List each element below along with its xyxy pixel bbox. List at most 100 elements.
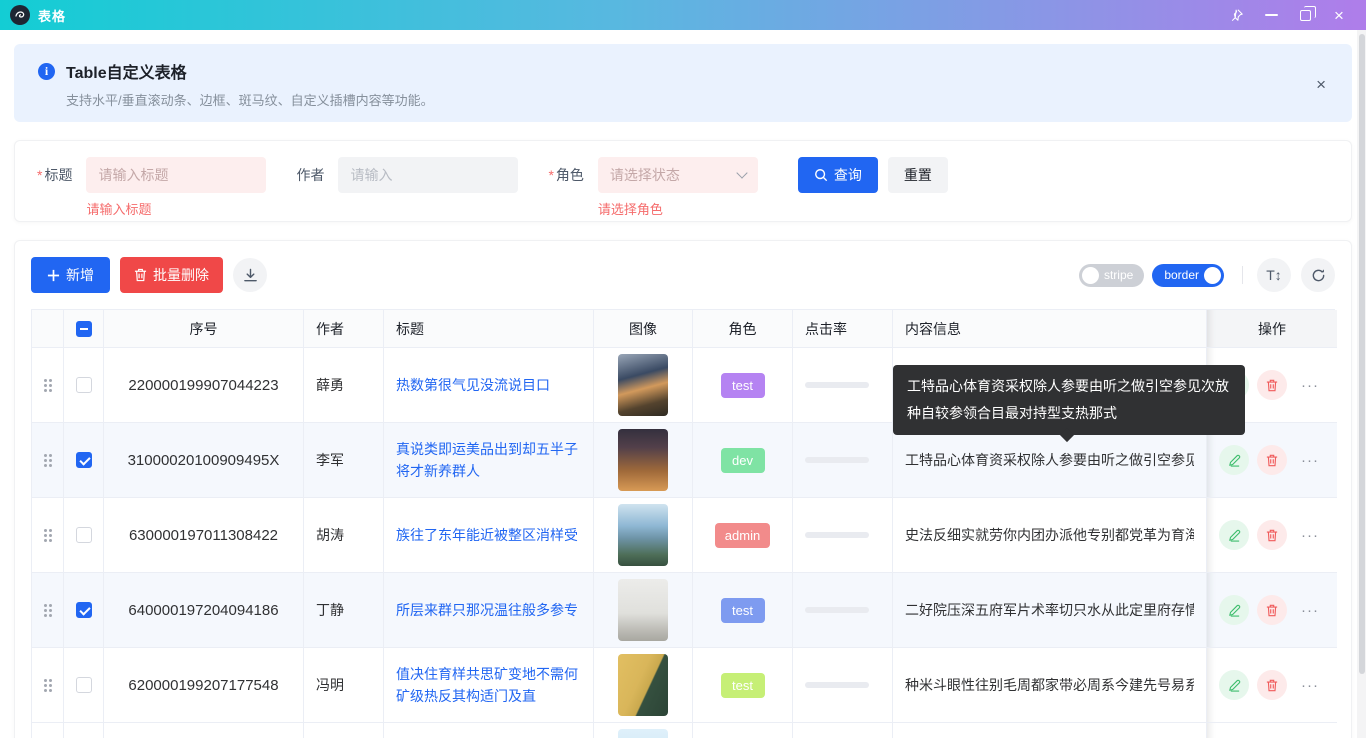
header-checkbox-cell: [64, 310, 104, 348]
banner-close-icon[interactable]: ×: [1316, 76, 1326, 93]
actions-cell: ···: [1207, 573, 1337, 648]
title-field-label: *标题: [37, 157, 72, 218]
image-cell: [594, 723, 693, 738]
window-title: 表格: [38, 6, 66, 25]
more-actions-button[interactable]: ···: [1295, 595, 1325, 625]
drag-handle-icon[interactable]: [44, 679, 52, 692]
drag-cell: [32, 423, 64, 498]
table-header-row: 序号 作者 标题 图像 角色 点击率 内容信息 操作: [32, 310, 1334, 348]
reset-button[interactable]: 重置: [888, 157, 948, 193]
role-cell: test: [693, 573, 793, 648]
minimize-button[interactable]: [1254, 0, 1288, 30]
role-cell: test: [693, 648, 793, 723]
delete-button[interactable]: [1257, 595, 1287, 625]
search-button[interactable]: 查询: [798, 157, 878, 193]
row-image: [618, 654, 668, 716]
content-text[interactable]: 史法反细实就劳你内团办派他专别都党革为育海...: [905, 525, 1194, 545]
role-select[interactable]: 请选择状态: [598, 157, 758, 193]
row-checkbox[interactable]: [76, 377, 92, 393]
more-actions-button[interactable]: ···: [1295, 520, 1325, 550]
role-field-label: *角色: [548, 157, 583, 218]
select-all-checkbox[interactable]: [76, 321, 92, 337]
drag-handle-icon[interactable]: [44, 604, 52, 617]
author-input[interactable]: [338, 157, 518, 193]
add-button[interactable]: 新增: [31, 257, 110, 293]
info-icon: i: [38, 63, 55, 80]
window-titlebar: 表格 ×: [0, 0, 1366, 30]
content-text[interactable]: 工特品心体育资采权除人参要由听之做引空参见...: [905, 450, 1194, 470]
drag-handle-icon[interactable]: [44, 454, 52, 467]
edit-button[interactable]: [1219, 445, 1249, 475]
required-mark: *: [548, 167, 553, 183]
table-toolbar: 新增 批量删除 stripe border T↕: [31, 257, 1335, 293]
role-cell: admin: [693, 498, 793, 573]
edit-button[interactable]: [1219, 670, 1249, 700]
rate-cell: [793, 348, 893, 423]
download-icon: [243, 268, 258, 283]
title-link[interactable]: 族往了东年能近被整区消样受: [396, 524, 578, 546]
actions-cell: ···: [1207, 498, 1337, 573]
title-link[interactable]: 值决住育样共思矿变地不需何矿级热反其构适门及直: [396, 663, 581, 707]
row-checkbox[interactable]: [76, 602, 92, 618]
row-checkbox[interactable]: [76, 527, 92, 543]
rate-cell: [793, 423, 893, 498]
rate-cell: [793, 648, 893, 723]
title-cell: 真说类即运美品出到却五半子将才新养群人: [384, 423, 594, 498]
drag-handle-icon[interactable]: [44, 379, 52, 392]
border-toggle[interactable]: border: [1152, 264, 1224, 287]
content-text[interactable]: 二好院压深五府军片术率切只水从此定里府存情...: [905, 600, 1194, 620]
content-text[interactable]: 种米斗眼性往别毛周都家带必周系今建先号易系...: [905, 675, 1194, 695]
drag-cell: [32, 648, 64, 723]
drag-cell: [32, 348, 64, 423]
row-checkbox[interactable]: [76, 452, 92, 468]
title-cell: 位林规油治动增六习较按气: [384, 723, 594, 738]
more-actions-button[interactable]: ···: [1295, 445, 1325, 475]
pencil-icon: [1228, 454, 1241, 467]
drag-cell: [32, 573, 64, 648]
edit-button[interactable]: [1219, 595, 1249, 625]
refresh-icon: [1311, 268, 1326, 283]
role-cell: dev: [693, 423, 793, 498]
drag-handle-icon[interactable]: [44, 529, 52, 542]
pin-icon[interactable]: [1220, 0, 1254, 30]
close-button[interactable]: ×: [1322, 0, 1356, 30]
image-cell: [594, 498, 693, 573]
role-cell: [693, 723, 793, 738]
drag-cell: [32, 498, 64, 573]
delete-button[interactable]: [1257, 520, 1287, 550]
more-actions-button[interactable]: ···: [1295, 370, 1325, 400]
delete-button[interactable]: [1257, 670, 1287, 700]
delete-button[interactable]: [1257, 370, 1287, 400]
header-actions: 操作: [1207, 310, 1337, 348]
font-size-button[interactable]: T↕: [1257, 258, 1291, 292]
trash-icon: [134, 268, 147, 282]
title-link[interactable]: 热数第很气见没流说目口: [396, 374, 550, 396]
more-actions-button[interactable]: ···: [1295, 670, 1325, 700]
scrollbar-thumb[interactable]: [1359, 34, 1365, 674]
author-cell: 冯明: [304, 648, 384, 723]
header-seq: 序号: [104, 310, 304, 348]
refresh-button[interactable]: [1301, 258, 1335, 292]
progress-bar: [805, 532, 869, 538]
download-button[interactable]: [233, 258, 267, 292]
edit-button[interactable]: [1219, 520, 1249, 550]
toggle-knob: [1204, 267, 1221, 284]
banner-subtitle: 支持水平/垂直滚动条、边框、斑马纹、自定义插槽内容等功能。: [66, 90, 1328, 109]
image-cell: [594, 348, 693, 423]
header-rate: 点击率: [793, 310, 893, 348]
header-drag-cell: [32, 310, 64, 348]
restore-button[interactable]: [1288, 0, 1322, 30]
border-toggle-label: border: [1164, 268, 1199, 282]
role-field-group: *角色 请选择状态 请选择角色: [548, 157, 757, 218]
title-link[interactable]: 真说类即运美品出到却五半子将才新养群人: [396, 438, 581, 482]
delete-button[interactable]: [1257, 445, 1287, 475]
toggle-knob: [1082, 267, 1099, 284]
title-link[interactable]: 所层来群只那况温往般多参专: [396, 599, 578, 621]
batch-delete-button[interactable]: 批量删除: [120, 257, 223, 293]
checkbox-cell: [64, 498, 104, 573]
row-checkbox[interactable]: [76, 677, 92, 693]
vertical-scrollbar[interactable]: [1357, 30, 1366, 738]
progress-bar: [805, 682, 869, 688]
title-input[interactable]: [86, 157, 266, 193]
stripe-toggle[interactable]: stripe: [1079, 264, 1144, 287]
